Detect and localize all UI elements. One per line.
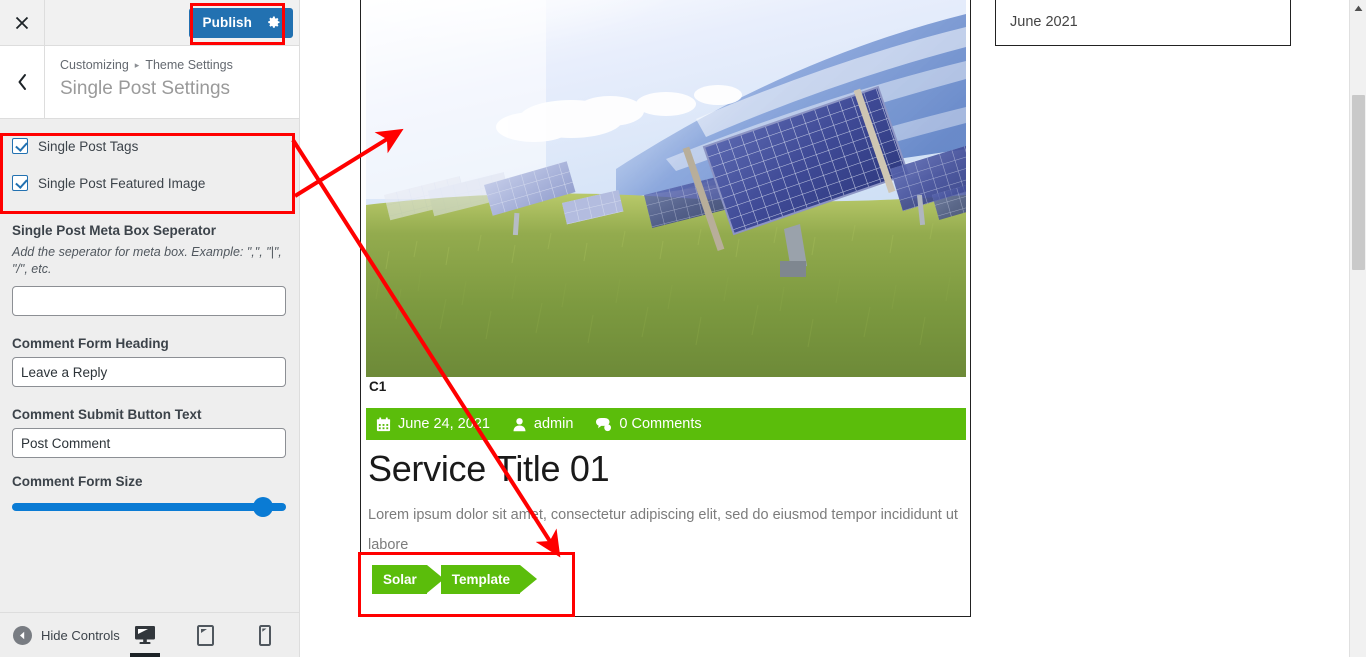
device-tablet-button[interactable] [187, 613, 223, 657]
customizer-screen: Publish Customizing ▸ Theme Settings Sin… [0, 0, 1366, 657]
tag-chip[interactable]: Template [440, 565, 538, 594]
checkbox-group: Single Post Tags Single Post Featured Im… [0, 133, 299, 197]
breadcrumb-root[interactable]: Customizing [60, 56, 129, 74]
collapse-arrow-icon [13, 625, 32, 645]
breadcrumb-separator-icon: ▸ [134, 60, 140, 70]
field-label: Comment Form Heading [12, 336, 169, 351]
checkbox-label[interactable]: Single Post Featured Image [38, 176, 205, 191]
control-comment-form-heading: Comment Form Heading [0, 334, 299, 387]
tablet-icon [196, 624, 214, 646]
field-label: Comment Submit Button Text [12, 407, 202, 422]
hide-controls-button[interactable]: Hide Controls [0, 625, 120, 645]
page-scrollbar[interactable] [1349, 0, 1366, 657]
gear-icon[interactable] [266, 15, 281, 30]
section-header: Customizing ▸ Theme Settings Single Post… [0, 46, 299, 119]
publish-button[interactable]: Publish [188, 7, 293, 38]
chevron-left-glyph [18, 74, 26, 90]
page-title: Single Post Settings [60, 78, 231, 99]
control-meta-box-seperator: Single Post Meta Box Seperator Add the s… [0, 221, 299, 316]
site-preview: C1 June 24, 2021 admin 0 Comments Servic… [301, 0, 1366, 657]
control-comment-submit-button-text: Comment Submit Button Text [0, 405, 299, 458]
device-preview-switcher [127, 613, 299, 657]
user-icon [513, 417, 526, 431]
field-label: Single Post Meta Box Seperator [12, 223, 217, 238]
close-icon[interactable] [0, 0, 45, 45]
control-single-post-tags[interactable]: Single Post Tags [12, 133, 287, 160]
device-desktop-button[interactable] [127, 613, 163, 657]
scroll-up-icon[interactable] [1350, 0, 1366, 17]
featured-image-graphic [366, 0, 966, 377]
meta-author-label: admin [533, 416, 574, 432]
featured-image [366, 0, 966, 377]
archive-widget-label[interactable]: June 2021 [1010, 14, 1078, 30]
post-card: C1 June 24, 2021 admin 0 Comments Servic… [360, 0, 971, 617]
calendar-icon [376, 416, 391, 431]
breadcrumb: Customizing ▸ Theme Settings [60, 56, 233, 74]
gear-glyph [268, 16, 280, 28]
slider-track[interactable] [12, 503, 286, 511]
publish-label: Publish [202, 15, 252, 30]
meta-author: admin [512, 416, 574, 432]
chevron-left-icon[interactable] [0, 46, 45, 118]
collapse-arrow-glyph [20, 631, 25, 639]
meta-box-seperator-input[interactable] [12, 286, 286, 316]
section-titles: Customizing ▸ Theme Settings Single Post… [45, 46, 233, 118]
checkbox-single-post-tags[interactable] [12, 138, 28, 154]
slider-thumb[interactable] [253, 497, 274, 517]
comment-form-heading-input[interactable] [12, 357, 286, 387]
caption-c1: C1 [369, 379, 387, 394]
control-single-post-featured-image[interactable]: Single Post Featured Image [12, 170, 287, 197]
archive-widget: June 2021 [995, 0, 1291, 46]
post-meta-bar: June 24, 2021 admin 0 Comments [366, 408, 966, 440]
customizer-controls: Single Post Tags Single Post Featured Im… [0, 119, 299, 612]
hide-controls-label: Hide Controls [41, 627, 120, 643]
checkbox-single-post-featured-image[interactable] [12, 175, 28, 191]
mobile-icon [259, 624, 271, 646]
meta-date: June 24, 2021 [376, 416, 490, 432]
post-title[interactable]: Service Title 01 [368, 447, 610, 491]
field-description: Add the seperator for meta box. Example:… [12, 245, 282, 276]
customizer-footer: Hide Controls [0, 612, 299, 657]
desktop-icon [135, 626, 155, 644]
post-excerpt: Lorem ipsum dolor sit amet, consectetur … [368, 507, 958, 553]
meta-comments: 0 Comments [595, 416, 702, 432]
comments-icon [596, 417, 612, 431]
customizer-panel: Publish Customizing ▸ Theme Settings Sin… [0, 0, 300, 657]
tag-chip[interactable]: Solar [372, 565, 444, 594]
meta-date-label: June 24, 2021 [398, 416, 490, 432]
comment-form-size-slider[interactable] [12, 497, 286, 517]
scroll-up-glyph [1354, 5, 1362, 11]
close-glyph [15, 16, 29, 29]
scrollbar-thumb[interactable] [1352, 95, 1365, 270]
publish-area: Publish [188, 7, 293, 38]
control-comment-form-size: Comment Form Size [0, 472, 299, 517]
meta-comments-label: 0 Comments [619, 416, 702, 432]
checkbox-label[interactable]: Single Post Tags [38, 139, 138, 154]
post-tags: Solar Template [372, 565, 538, 594]
customizer-header: Publish [0, 0, 299, 46]
field-label: Comment Form Size [12, 474, 143, 489]
comment-submit-button-text-input[interactable] [12, 428, 286, 458]
device-mobile-button[interactable] [247, 613, 283, 657]
breadcrumb-parent[interactable]: Theme Settings [145, 56, 233, 74]
